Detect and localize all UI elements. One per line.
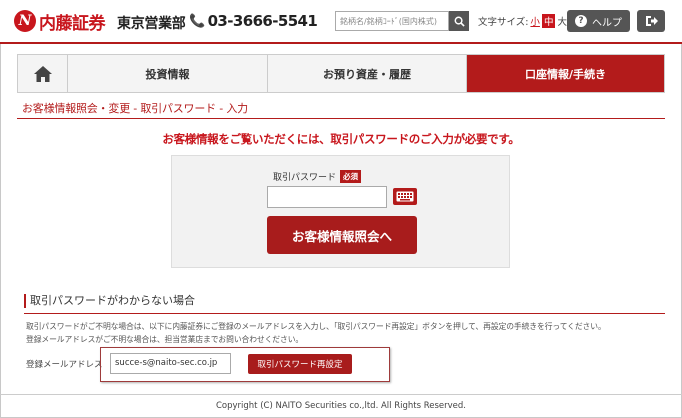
footer-copyright: Copyright (C) NAITO Securities co.,ltd. … bbox=[215, 401, 466, 411]
password-label-text: 取引パスワード bbox=[273, 173, 337, 183]
email-label: 登録メールアドレス bbox=[26, 360, 103, 370]
tab-investment-info[interactable]: 投資情報 bbox=[68, 55, 268, 92]
logo[interactable]: N 内藤証券 bbox=[14, 9, 106, 34]
forgot-password-title: 取引パスワードがわからない場合 bbox=[24, 294, 195, 308]
required-badge: 必須 bbox=[340, 170, 362, 183]
home-icon bbox=[33, 65, 52, 82]
footer-divider bbox=[0, 394, 682, 395]
email-field[interactable]: succe-s@naito-sec.co.jp bbox=[110, 353, 231, 374]
submit-button[interactable]: お客様情報照会へ bbox=[267, 216, 417, 254]
breadcrumb: お客様情報照会・変更 - 取引パスワード - 入力 bbox=[22, 102, 248, 115]
font-size-large[interactable]: 大 bbox=[557, 14, 567, 28]
forgot-divider bbox=[24, 313, 665, 314]
question-icon: ? bbox=[575, 15, 587, 27]
forgot-desc-line2: 登録メールアドレスがご不明な場合は、担当営業店までお問い合わせください。 bbox=[26, 335, 304, 344]
logout-button[interactable] bbox=[637, 10, 665, 32]
help-label: ヘルプ bbox=[592, 17, 622, 29]
header: N 内藤証券 東京営業部 📞 03-3666-5541 銘柄名/銘柄ｺｰﾄﾞ(国… bbox=[0, 0, 682, 44]
phone-number: 📞 03-3666-5541 bbox=[189, 12, 318, 30]
password-input[interactable] bbox=[267, 186, 387, 208]
search-input[interactable]: 銘柄名/銘柄ｺｰﾄﾞ(国内株式) bbox=[335, 11, 449, 31]
branch-name: 東京営業部 bbox=[117, 16, 186, 32]
main-nav: 投資情報 お預り資産・履歴 口座情報/手続き bbox=[17, 54, 665, 93]
search-button[interactable] bbox=[449, 11, 469, 31]
password-notice: お客様情報をご覧いただくには、取引パスワードのご入力が必要です。 bbox=[162, 132, 520, 146]
reset-password-button[interactable]: 取引パスワード再設定 bbox=[248, 354, 352, 374]
tab-account-info[interactable]: 口座情報/手続き bbox=[467, 55, 664, 92]
search-icon bbox=[454, 16, 465, 27]
nav-home[interactable] bbox=[18, 55, 68, 92]
help-button[interactable]: ? ヘルプ bbox=[567, 10, 630, 32]
tab-assets-history[interactable]: お預り資産・履歴 bbox=[268, 55, 467, 92]
font-size-small[interactable]: 小 bbox=[530, 14, 540, 28]
forgot-description: 取引パスワードがご不明な場合は、以下に内藤証券にご登録のメールアドレスを入力し、… bbox=[26, 320, 666, 346]
phone-text: 03-3666-5541 bbox=[207, 12, 318, 30]
breadcrumb-divider bbox=[17, 118, 665, 119]
phone-icon: 📞 bbox=[189, 13, 205, 29]
forgot-desc-line1: 取引パスワードがご不明な場合は、以下に内藤証券にご登録のメールアドレスを入力し、… bbox=[26, 322, 606, 331]
logout-icon bbox=[645, 16, 658, 26]
font-size-label: 文字サイズ: bbox=[478, 17, 529, 28]
password-label: 取引パスワード 必須 bbox=[273, 170, 362, 183]
software-keyboard-button[interactable] bbox=[393, 188, 417, 205]
logo-mark-icon: N bbox=[14, 10, 36, 32]
font-size-selector: 文字サイズ: 小 中 大 bbox=[478, 14, 567, 28]
font-size-medium[interactable]: 中 bbox=[541, 14, 556, 28]
password-panel: 取引パスワード 必須 お客様情報照会へ bbox=[171, 155, 510, 268]
logo-text: 内藤証券 bbox=[39, 13, 106, 34]
keyboard-icon bbox=[396, 191, 414, 202]
